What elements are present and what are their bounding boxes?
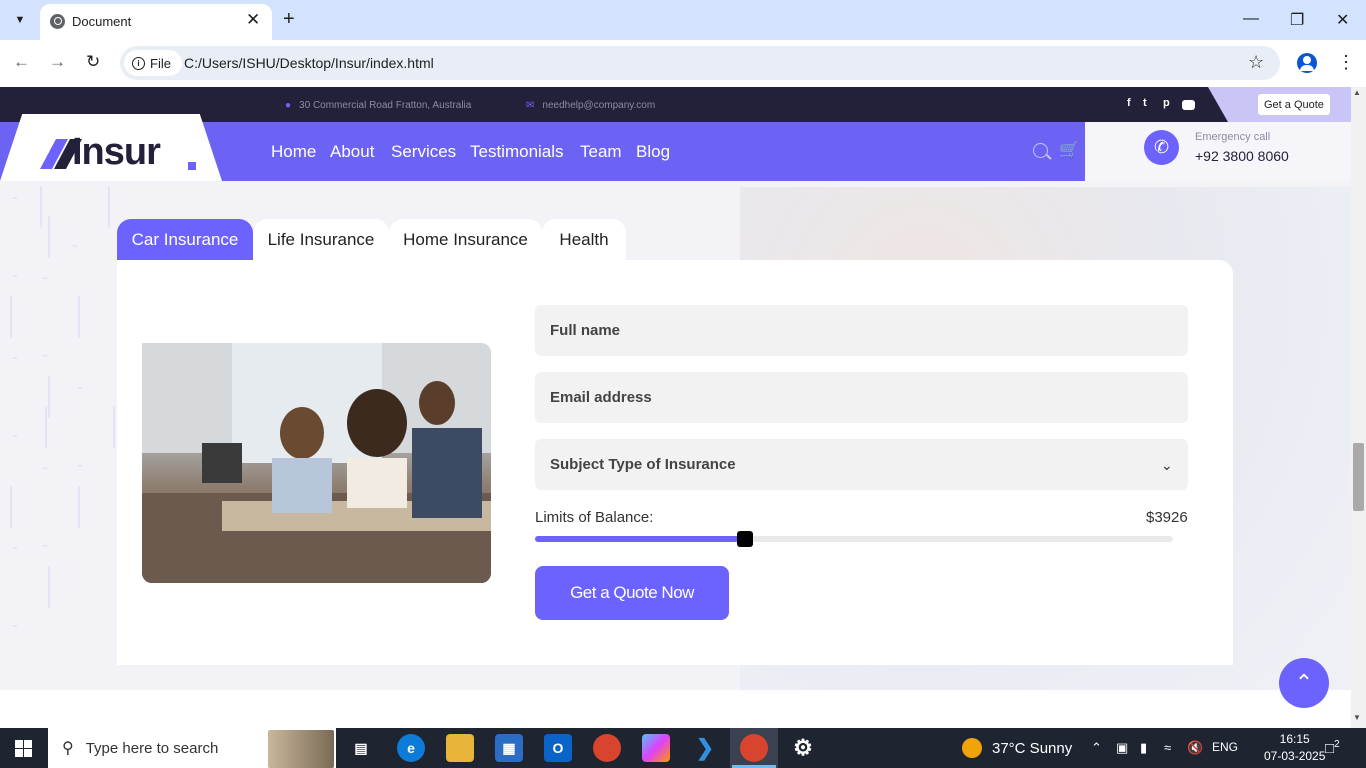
next-section [0, 690, 1351, 728]
full-name-input[interactable]: Full name [535, 305, 1188, 356]
copilot-icon[interactable] [642, 734, 670, 762]
weather-sun-icon [962, 738, 982, 758]
edge-icon[interactable]: e [397, 734, 425, 762]
location-pin-icon: ● [285, 100, 292, 111]
browser-tab[interactable]: Document ✕ [40, 4, 272, 40]
notification-center-icon[interactable]: □2 [1325, 739, 1340, 757]
globe-icon [50, 14, 65, 29]
envelope-icon: ✉ [526, 100, 535, 111]
page-scrollbar[interactable] [1351, 87, 1366, 728]
nav-services[interactable]: Services [391, 142, 456, 162]
tab-life-insurance[interactable]: Life Insurance [253, 219, 389, 260]
battery-icon[interactable]: ▮ [1140, 740, 1147, 756]
site-logo[interactable]: Insur [72, 131, 161, 174]
outlook-icon[interactable]: O [544, 734, 572, 762]
scroll-to-top-button[interactable]: ⌃ [1279, 658, 1329, 708]
site-topbar [0, 87, 1351, 122]
hex-pattern [0, 357, 50, 437]
tab-title: Document [72, 14, 132, 29]
nav-blog[interactable]: Blog [636, 142, 670, 162]
windows-start-icon[interactable] [15, 740, 32, 757]
site-info-label: File [150, 55, 171, 71]
profile-avatar[interactable] [1297, 53, 1317, 73]
hex-pattern [10, 277, 80, 357]
tab-health[interactable]: Health [542, 219, 626, 260]
new-tab-button[interactable]: + [283, 8, 295, 31]
notification-count: 2 [1334, 739, 1340, 750]
chevron-up-icon[interactable]: ⌃ [1091, 740, 1102, 756]
search-highlight-image [268, 730, 334, 768]
insurance-photo [142, 343, 491, 583]
hex-pattern [45, 387, 115, 467]
facebook-icon[interactable]: f [1127, 97, 1131, 109]
vscode-icon[interactable]: ❯ [691, 734, 719, 762]
address-text: 30 Commercial Road Fratton, Australia [299, 100, 472, 111]
wifi-icon[interactable]: ≈ [1164, 740, 1171, 755]
forward-button[interactable]: → [49, 52, 66, 72]
tab-home-insurance[interactable]: Home Insurance [389, 219, 542, 260]
get-quote-button[interactable]: Get a Quote [1258, 94, 1330, 115]
nav-about[interactable]: About [330, 142, 374, 162]
back-button[interactable]: ← [13, 52, 30, 72]
tab-car-insurance[interactable]: Car Insurance [117, 219, 253, 260]
limits-label: Limits of Balance: [535, 509, 654, 526]
meet-icon[interactable]: ▣ [1116, 740, 1128, 756]
emergency-phone[interactable]: +92 3800 8060 [1195, 148, 1289, 164]
insurance-type-select[interactable]: Subject Type of Insurance [535, 439, 1188, 490]
hex-pattern [0, 547, 50, 627]
logo-dot [188, 162, 196, 170]
nav-testimonials[interactable]: Testimonials [470, 142, 564, 162]
bookmark-star-icon[interactable]: ☆ [1248, 52, 1264, 73]
get-quote-now-button[interactable]: Get a Quote Now [535, 566, 729, 620]
minimize-button[interactable]: — [1243, 10, 1259, 28]
settings-gear-icon[interactable]: ⚙ [789, 734, 817, 762]
volume-muted-icon[interactable]: 🔇 [1187, 740, 1203, 756]
weather-text[interactable]: 37°C Sunny [992, 740, 1072, 757]
nav-team[interactable]: Team [580, 142, 622, 162]
language-indicator[interactable]: ENG [1212, 740, 1238, 754]
hex-pattern [10, 467, 80, 547]
address-bar[interactable]: i File C:/Users/ISHU/Desktop/Insur/index… [120, 46, 1280, 80]
pinterest-icon[interactable]: p [1163, 97, 1170, 109]
search-icon: ⚲ [62, 740, 74, 757]
nav-home[interactable]: Home [271, 142, 316, 162]
search-icon[interactable] [1033, 143, 1048, 158]
address-info: ● 30 Commercial Road Fratton, Australia [285, 100, 471, 111]
chrome-active-icon[interactable] [740, 734, 768, 762]
tab-search-button[interactable]: ▼ [8, 8, 32, 32]
web-page: ● 30 Commercial Road Fratton, Australia ✉… [0, 87, 1351, 728]
browser-menu-icon[interactable]: ⋮ [1337, 53, 1355, 71]
tab-close-icon[interactable]: ✕ [246, 10, 260, 30]
youtube-icon[interactable] [1182, 100, 1195, 110]
twitter-icon[interactable]: t [1143, 97, 1147, 109]
taskbar-search-placeholder: Type here to search [85, 739, 219, 757]
info-icon: i [132, 56, 145, 70]
taskbar-clock[interactable]: 16:15 07-03-2025 [1264, 731, 1325, 765]
reload-button[interactable]: ↻ [86, 52, 100, 72]
task-view-icon[interactable]: ▤ [347, 734, 375, 762]
limits-value: $3926 [1146, 509, 1188, 526]
emergency-label: Emergency call [1195, 131, 1271, 143]
phone-icon[interactable]: ✆ [1144, 130, 1179, 165]
balance-slider-fill [535, 536, 745, 542]
email-info[interactable]: ✉ needhelp@company.com [526, 100, 655, 111]
cart-icon[interactable]: 🛒 [1059, 140, 1079, 160]
url-text[interactable]: C:/Users/ISHU/Desktop/Insur/index.html [184, 55, 434, 71]
microsoft-store-icon[interactable]: ▦ [495, 734, 523, 762]
email-input[interactable]: Email address [535, 372, 1188, 423]
clock-date: 07-03-2025 [1264, 749, 1326, 763]
scroll-down-arrow[interactable]: ▼ [1353, 713, 1361, 722]
scroll-up-arrow[interactable]: ▲ [1353, 88, 1361, 97]
file-explorer-icon[interactable] [446, 734, 474, 762]
scrollbar-thumb[interactable] [1353, 443, 1364, 511]
chevron-down-icon: ⌄ [1161, 457, 1173, 473]
clock-time: 16:15 [1279, 732, 1310, 746]
chrome-icon[interactable] [593, 734, 621, 762]
close-window-button[interactable]: ✕ [1336, 10, 1349, 30]
balance-slider-thumb[interactable] [736, 531, 753, 547]
restore-button[interactable]: ❐ [1290, 10, 1304, 30]
email-text: needhelp@company.com [542, 100, 656, 111]
site-info-chip[interactable]: i File [124, 50, 182, 76]
